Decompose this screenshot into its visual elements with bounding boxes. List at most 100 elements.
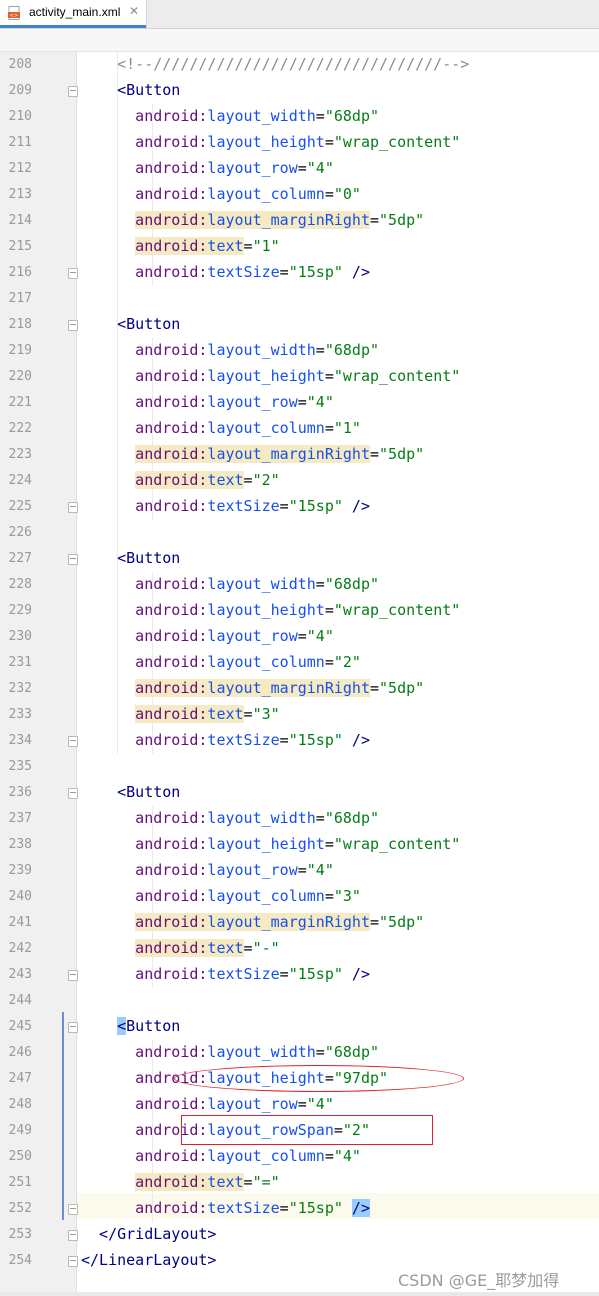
fold-expand-icon[interactable] [68,86,78,97]
code-token: "68dp" [324,1043,380,1061]
code-token: android: [135,497,208,515]
code-line[interactable]: 238 android:layout_height="wrap_content" [0,832,599,858]
code-line[interactable]: 227 <Button [0,546,599,572]
fold-end-icon[interactable] [68,1204,78,1215]
code-token: "4" [306,393,334,411]
code-text: android:layout_column="3" [135,887,361,906]
code-line[interactable]: 209 <Button [0,78,599,104]
code-line[interactable]: 232 android:layout_marginRight="5dp" [0,676,599,702]
fold-end-icon[interactable] [68,970,78,981]
code-line[interactable]: 245 <Button [0,1014,599,1040]
code-line[interactable]: 234 android:textSize="15sp" /> [0,728,599,754]
code-line[interactable]: 220 android:layout_height="wrap_content" [0,364,599,390]
line-number: 240 [8,889,32,904]
line-number: 247 [8,1071,32,1086]
line-number: 249 [8,1123,32,1138]
code-line[interactable]: 218 <Button [0,312,599,338]
fold-expand-icon[interactable] [68,1022,78,1033]
tab-activity-main[interactable]: <> activity_main.xml ✕ [0,0,147,28]
code-line[interactable]: 210 android:layout_width="68dp" [0,104,599,130]
code-line[interactable]: 215 android:text="1" [0,234,599,260]
line-number: 215 [8,239,32,254]
watermark: CSDN @GE_耶梦加得 [398,1271,560,1290]
code-text: android:text="=" [135,1173,280,1192]
code-line[interactable]: 242 android:text="-" [0,936,599,962]
code-line[interactable]: 225 android:textSize="15sp" /> [0,494,599,520]
line-number: 245 [8,1019,32,1034]
code-line[interactable]: 252 android:textSize="15sp" /> [0,1196,599,1222]
code-token: = [315,341,325,359]
fold-end-icon[interactable] [68,268,78,279]
code-token: <Button [117,81,181,99]
code-line[interactable]: 251 android:text="=" [0,1170,599,1196]
code-token: "68dp" [324,341,380,359]
code-line[interactable]: 219 android:layout_width="68dp" [0,338,599,364]
code-line[interactable]: 217 [0,286,599,312]
code-token: android: [135,939,208,957]
code-line[interactable]: 230 android:layout_row="4" [0,624,599,650]
code-token: "5dp" [379,913,425,931]
code-line[interactable]: 239 android:layout_row="4" [0,858,599,884]
code-line[interactable]: 244 [0,988,599,1014]
code-line[interactable]: 250 android:layout_column="4" [0,1144,599,1170]
xml-file-icon: <> [8,6,20,20]
code-token: layout_column [207,419,325,437]
close-icon[interactable]: ✕ [129,4,139,18]
code-line[interactable]: 224 android:text="2" [0,468,599,494]
fold-end-icon[interactable] [68,502,78,513]
fold-end-icon[interactable] [68,1230,78,1241]
code-token: = [243,471,253,489]
code-token: text [207,471,244,489]
code-token: "68dp" [324,809,380,827]
code-token: text [207,939,244,957]
code-line[interactable]: 228 android:layout_width="68dp" [0,572,599,598]
code-line[interactable]: 253 </GridLayout> [0,1222,599,1248]
code-line[interactable]: 240 android:layout_column="3" [0,884,599,910]
code-token: android: [135,1043,208,1061]
line-number: 235 [8,759,32,774]
code-line[interactable]: 222 android:layout_column="1" [0,416,599,442]
code-text: android:textSize="15sp" /> [135,731,370,750]
fold-end-icon[interactable] [68,1256,78,1267]
code-line[interactable]: 223 android:layout_marginRight="5dp" [0,442,599,468]
fold-expand-icon[interactable] [68,788,78,799]
code-token: = [324,419,334,437]
annotation-rectangle [181,1115,433,1145]
code-line[interactable]: 213 android:layout_column="0" [0,182,599,208]
code-token: = [324,1147,334,1165]
code-token: = [315,1043,325,1061]
code-text: <!--////////////////////////////////--> [117,55,469,74]
code-line[interactable]: 221 android:layout_row="4" [0,390,599,416]
code-line[interactable]: 237 android:layout_width="68dp" [0,806,599,832]
code-token: textSize [207,731,280,749]
code-token: = [279,731,289,749]
code-line[interactable]: 231 android:layout_column="2" [0,650,599,676]
code-line[interactable]: 212 android:layout_row="4" [0,156,599,182]
code-token: layout_width [207,809,316,827]
code-line[interactable]: 208 <!--////////////////////////////////-… [0,52,599,78]
code-line[interactable]: 211 android:layout_height="wrap_content" [0,130,599,156]
code-line[interactable]: 246 android:layout_width="68dp" [0,1040,599,1066]
code-line[interactable]: 236 <Button [0,780,599,806]
code-token: = [315,107,325,125]
code-token: android: [135,341,208,359]
code-line[interactable]: 216 android:textSize="15sp" /> [0,260,599,286]
code-token: = [324,835,334,853]
code-token: android: [135,471,208,489]
code-token: layout_marginRight [207,679,370,697]
fold-expand-icon[interactable] [68,554,78,565]
fold-end-icon[interactable] [68,736,78,747]
code-line[interactable]: 241 android:layout_marginRight="5dp" [0,910,599,936]
fold-expand-icon[interactable] [68,320,78,331]
code-text: android:layout_marginRight="5dp" [135,679,424,698]
code-token: android: [135,575,208,593]
code-line[interactable]: 229 android:layout_height="wrap_content" [0,598,599,624]
code-token: "4" [306,159,334,177]
code-token: "wrap_content" [333,133,461,151]
code-line[interactable]: 235 [0,754,599,780]
code-line[interactable]: 214 android:layout_marginRight="5dp" [0,208,599,234]
code-line[interactable]: 226 [0,520,599,546]
code-line[interactable]: 243 android:textSize="15sp" /> [0,962,599,988]
code-line[interactable]: 233 android:text="3" [0,702,599,728]
line-number: 216 [8,265,32,280]
